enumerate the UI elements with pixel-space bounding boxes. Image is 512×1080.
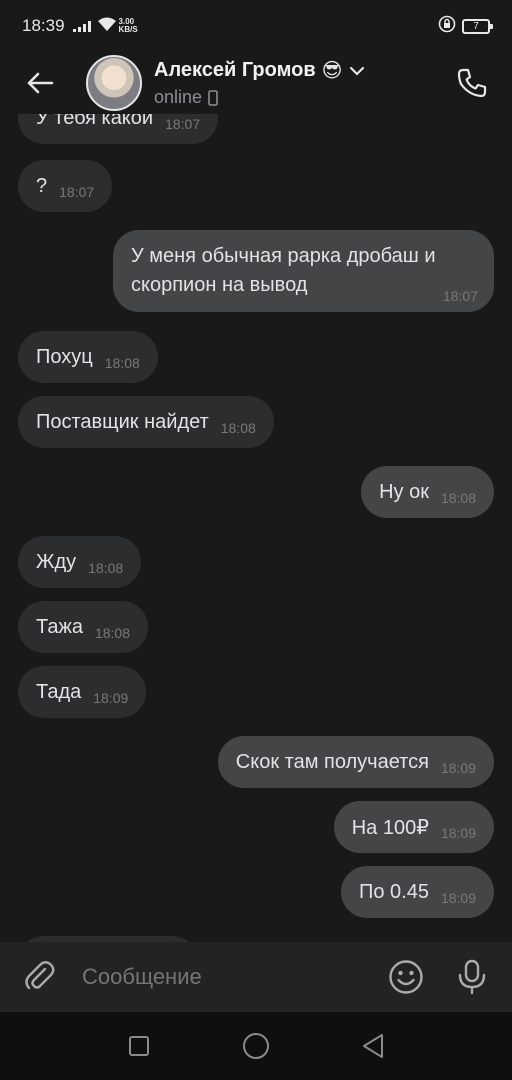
message-bubble[interactable]: Жду 18:08 xyxy=(18,536,142,588)
wifi-icon xyxy=(97,16,117,37)
message-time: 18:08 xyxy=(440,490,476,506)
signal-icon xyxy=(72,20,91,32)
paperclip-icon xyxy=(25,961,55,990)
message-time: 18:09 xyxy=(93,690,129,706)
contact-emoji: 😎 xyxy=(321,60,343,82)
arrow-left-icon xyxy=(27,72,54,94)
message-time: 18:08 xyxy=(104,355,140,371)
message-text: По 0.45 xyxy=(358,880,429,903)
home-button[interactable] xyxy=(236,1026,276,1066)
contact-name: Алексей Громов xyxy=(154,59,316,81)
network-speed-unit: KB/S xyxy=(118,25,138,34)
message-bubble[interactable]: Скок там получается 18:09 xyxy=(217,736,494,788)
message-time: 18:07 xyxy=(442,288,478,304)
message-time: 18:08 xyxy=(88,560,124,576)
voice-message-button[interactable] xyxy=(452,957,492,997)
message-time: 18:09 xyxy=(440,760,476,776)
message-text: Похуц xyxy=(36,345,93,368)
chevron-down-icon xyxy=(349,66,364,76)
recents-button[interactable] xyxy=(119,1026,159,1066)
avatar[interactable] xyxy=(86,55,142,111)
message-time: 18:07 xyxy=(59,184,95,200)
message-text: Тажа xyxy=(36,615,83,638)
message-bubble[interactable]: У тебя какой 18:07 xyxy=(18,114,219,144)
message-bubble[interactable]: По 0.45 18:09 xyxy=(340,866,494,918)
emoji-button[interactable] xyxy=(386,957,426,997)
circle-icon xyxy=(242,1033,269,1059)
lock-rotation-icon xyxy=(438,15,456,38)
message-bubble[interactable]: Поставщик найдет 18:08 xyxy=(18,396,274,448)
message-text: Тада xyxy=(36,680,82,703)
back-nav-button[interactable] xyxy=(353,1026,393,1066)
message-bubble[interactable]: Похуц 18:08 xyxy=(18,331,158,383)
contact-status: online xyxy=(154,87,203,107)
message-time: 18:09 xyxy=(440,890,476,906)
composer xyxy=(0,942,512,1012)
message-list[interactable]: У тебя какой 18:07 ? 18:07 У меня обычна… xyxy=(0,114,512,942)
message-time: 18:08 xyxy=(94,625,130,641)
network-speed: 3.00 KB/S xyxy=(119,18,138,34)
attach-button[interactable] xyxy=(20,957,60,997)
message-text: Поставщик найдет xyxy=(36,410,209,433)
smiley-icon xyxy=(389,960,423,994)
message-bubble[interactable]: На 100₽ 18:09 xyxy=(333,801,494,853)
message-text: ? xyxy=(36,174,48,197)
message-bubble[interactable]: У меня обычная рарка дробаш и скорпион н… xyxy=(113,230,494,312)
microphone-icon xyxy=(458,959,486,995)
smartphone-icon xyxy=(208,89,218,106)
square-icon xyxy=(128,1036,149,1056)
message-time: 18:07 xyxy=(165,116,201,132)
message-bubble[interactable]: Тажа 18:08 xyxy=(18,601,148,653)
battery-icon: 7 xyxy=(462,18,493,34)
chat-header: Алексей Громов 😎 online xyxy=(0,52,512,114)
phone-icon xyxy=(457,68,487,98)
message-time: 18:08 xyxy=(220,420,256,436)
contact-info[interactable]: Алексей Громов 😎 online xyxy=(154,58,365,108)
message-text: У меня обычная рарка дробаш и скорпион н… xyxy=(131,245,436,296)
message-text: Скок там получается xyxy=(235,750,429,773)
battery-level: 7 xyxy=(473,20,479,32)
message-bubble[interactable]: Тада 18:09 xyxy=(18,666,147,718)
message-text: На 100₽ xyxy=(351,816,429,839)
message-text: Жду xyxy=(36,550,77,573)
message-input[interactable] xyxy=(82,964,386,990)
message-time: 18:09 xyxy=(440,825,476,841)
status-time: 18:39 xyxy=(22,16,65,35)
triangle-back-icon xyxy=(363,1034,384,1058)
message-text: У тебя какой xyxy=(36,114,154,129)
status-bar: 18:39 3.00 KB/S 7 xyxy=(0,0,512,52)
message-bubble[interactable]: Ну ок 18:08 xyxy=(361,466,494,518)
system-nav-bar xyxy=(0,1012,512,1080)
message-bubble[interactable]: ? 18:07 xyxy=(18,160,113,212)
back-button[interactable] xyxy=(18,61,62,105)
call-button[interactable] xyxy=(450,61,494,105)
message-text: Ну ок xyxy=(379,480,429,503)
